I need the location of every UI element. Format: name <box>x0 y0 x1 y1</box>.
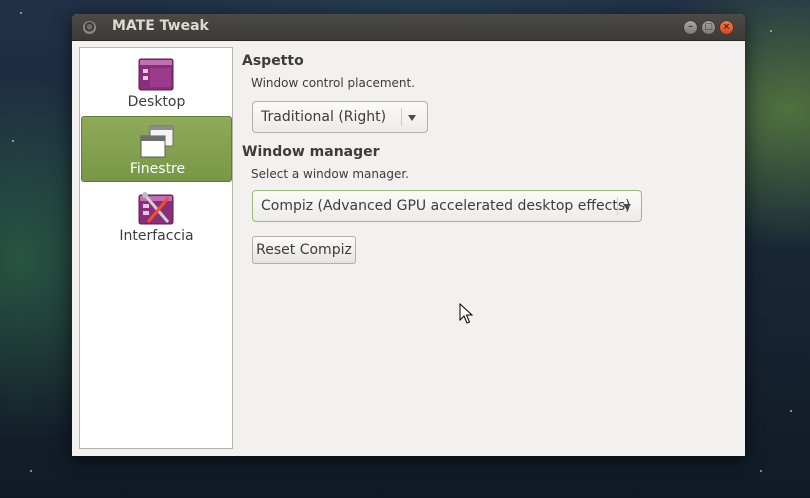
maximize-button[interactable]: ▢ <box>701 20 716 35</box>
app-icon <box>83 21 96 34</box>
window-manager-heading: Window manager <box>242 144 380 160</box>
window-control-placement-combo[interactable]: Traditional (Right) <box>252 101 428 133</box>
combo-separator <box>617 197 618 215</box>
reset-compiz-button[interactable]: Reset Compiz <box>252 236 356 264</box>
aspetto-heading: Aspetto <box>242 53 304 69</box>
sidebar-item-label: Finestre <box>129 161 186 177</box>
combo-value: Traditional (Right) <box>261 109 387 125</box>
sidebar-item-label: Desktop <box>127 94 186 110</box>
close-button[interactable]: × <box>719 20 734 35</box>
window-manager-description: Select a window manager. <box>251 167 409 181</box>
sidebar-item-label: Interfaccia <box>119 228 194 244</box>
window-manager-combo[interactable]: Compiz (Advanced GPU accelerated desktop… <box>252 190 642 222</box>
desktop-icon <box>138 58 174 91</box>
aspetto-description: Window control placement. <box>251 76 416 90</box>
chevron-down-icon <box>408 115 416 121</box>
windows-icon <box>140 125 174 158</box>
title-bar[interactable]: MATE Tweak – ▢ × <box>72 14 745 41</box>
minimize-button[interactable]: – <box>683 20 698 35</box>
window-title: MATE Tweak <box>112 18 209 34</box>
mouse-pointer-icon <box>459 303 473 324</box>
chevron-down-icon <box>623 204 631 210</box>
combo-value: Compiz (Advanced GPU accelerated desktop… <box>261 198 631 214</box>
sidebar-item-interfaccia[interactable]: Interfaccia <box>81 184 232 250</box>
sidebar-item-desktop[interactable]: Desktop <box>81 50 232 116</box>
interface-icon <box>138 192 174 225</box>
sidebar-item-finestre[interactable]: Finestre <box>81 116 232 182</box>
mate-tweak-window: MATE Tweak – ▢ × Desktop Finestre Interf… <box>72 14 745 456</box>
combo-separator <box>401 108 402 126</box>
sidebar: Desktop Finestre Interfaccia <box>79 47 233 449</box>
